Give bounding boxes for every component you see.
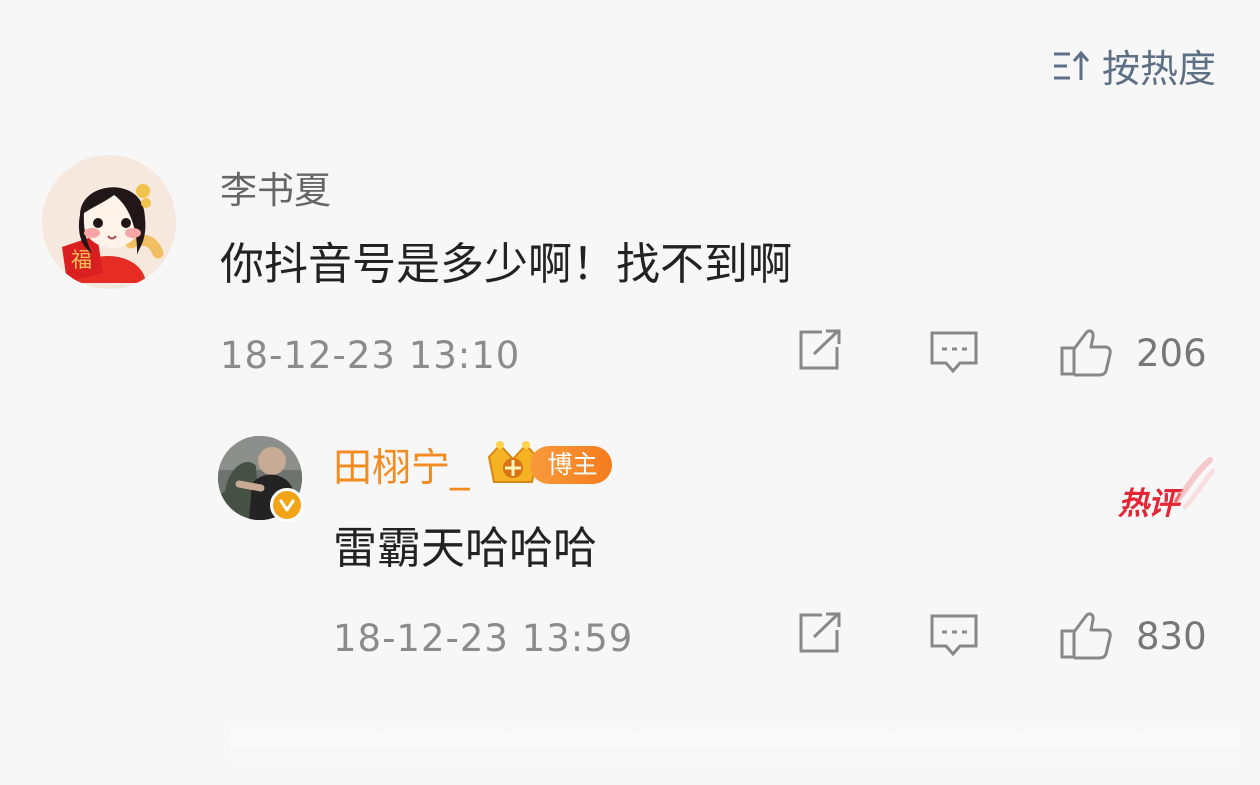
sort-label: 按热度 bbox=[1101, 47, 1216, 91]
comment-icon bbox=[930, 614, 978, 657]
comment-text: 你抖音号是多少啊！找不到啊 bbox=[220, 239, 792, 290]
comment-author-avatar[interactable]: 福 bbox=[42, 155, 176, 289]
like-button[interactable]: 206 bbox=[1058, 327, 1207, 379]
reply-actions: 830 bbox=[796, 610, 1216, 670]
thumbs-up-icon bbox=[1060, 329, 1112, 377]
share-icon bbox=[799, 329, 841, 370]
comment-actions: 206 bbox=[796, 327, 1216, 387]
share-icon bbox=[799, 612, 841, 653]
blogger-badge: 博主 bbox=[482, 439, 612, 491]
reply-like-button[interactable]: 830 bbox=[1058, 610, 1207, 662]
comment-icon bbox=[930, 331, 978, 374]
blogger-badge-label: 博主 bbox=[529, 446, 612, 484]
thumbs-up-icon bbox=[1060, 612, 1112, 660]
comment-button[interactable] bbox=[928, 327, 980, 379]
girl-avatar-icon: 福 bbox=[42, 155, 176, 289]
svg-text:福: 福 bbox=[71, 248, 92, 272]
bottom-fade bbox=[230, 710, 1240, 770]
reply-like-count: 830 bbox=[1136, 614, 1207, 658]
comment-author-name[interactable]: 李书夏 bbox=[220, 160, 331, 214]
sort-icon bbox=[1053, 50, 1090, 80]
weibo-comment-screen: 按热度 福 李书夏 你抖音号是多少啊！找不到啊 18-12-23 13:10 2… bbox=[0, 0, 1260, 785]
reply-share-button[interactable] bbox=[796, 610, 846, 656]
reply-text: 雷霸天哈哈哈 bbox=[333, 523, 597, 574]
comment-timestamp: 18-12-23 13:10 bbox=[220, 334, 521, 377]
sort-by-hot[interactable]: 按热度 bbox=[1050, 38, 1216, 93]
reply-author[interactable]: 田栩宁_ 博主 bbox=[333, 437, 612, 493]
reply-timestamp: 18-12-23 13:59 bbox=[333, 617, 634, 660]
hot-comment-tag: 热评 bbox=[1118, 486, 1179, 522]
verified-badge-icon bbox=[270, 488, 304, 522]
reply-comment-button[interactable] bbox=[928, 610, 980, 662]
hot-tag-flame-icon bbox=[1174, 457, 1215, 510]
like-count: 206 bbox=[1136, 331, 1207, 375]
reply-author-name[interactable]: 田栩宁_ bbox=[333, 437, 470, 493]
share-button[interactable] bbox=[796, 327, 846, 373]
